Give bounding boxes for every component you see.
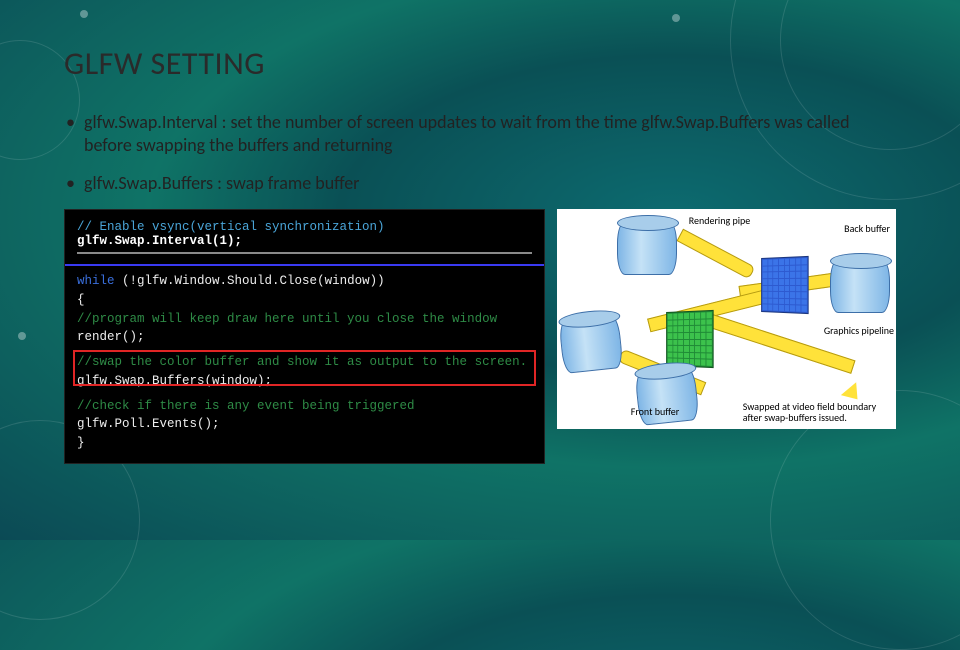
cylinder-icon (617, 221, 677, 275)
bullet-item: glfw.Swap.Buffers : swap frame buffer (64, 172, 896, 195)
code-text: } (77, 434, 532, 453)
code-call: glfw.Swap.Interval(1); (77, 234, 532, 248)
code-comment: // Enable vsync(vertical synchronization… (77, 220, 532, 234)
code-comment: //check if there is any event being trig… (77, 397, 532, 416)
cylinder-icon (558, 314, 623, 374)
highlight-box (73, 350, 536, 386)
buffer-swap-diagram: Rendering pipe Back buffer Graphics pipe… (557, 209, 896, 429)
code-keyword: while (77, 274, 115, 288)
cylinder-icon (830, 259, 890, 313)
code-header: // Enable vsync(vertical synchronization… (65, 210, 544, 264)
front-buffer-icon (666, 310, 714, 368)
pipe-icon (676, 229, 755, 280)
divider (77, 252, 532, 254)
bullet-list: glfw.Swap.Interval : set the number of s… (64, 111, 896, 195)
code-text: { (77, 291, 532, 310)
code-comment: //program will keep draw here until you … (77, 310, 532, 329)
back-buffer-icon (761, 256, 809, 314)
diagram-label: Back buffer (844, 223, 890, 234)
diagram-label: Swapped at video field boundary after sw… (743, 401, 896, 423)
slide: GLFW SETTING glfw.Swap.Interval : set th… (0, 0, 960, 540)
diagram-label: Rendering pipe (689, 215, 751, 226)
code-body: while (!glfw.Window.Should.Close(window)… (65, 266, 544, 463)
code-text: glfw.Poll.Events(); (77, 415, 532, 434)
diagram-label: Front buffer (631, 406, 680, 417)
code-text: render(); (77, 328, 532, 347)
slide-title: GLFW SETTING (64, 44, 896, 83)
code-text: (!glfw.Window.Should.Close(window)) (122, 274, 385, 288)
content-row: // Enable vsync(vertical synchronization… (64, 209, 896, 464)
diagram-label: Graphics pipeline (824, 325, 894, 336)
code-block: // Enable vsync(vertical synchronization… (64, 209, 545, 464)
bullet-item: glfw.Swap.Interval : set the number of s… (64, 111, 896, 158)
